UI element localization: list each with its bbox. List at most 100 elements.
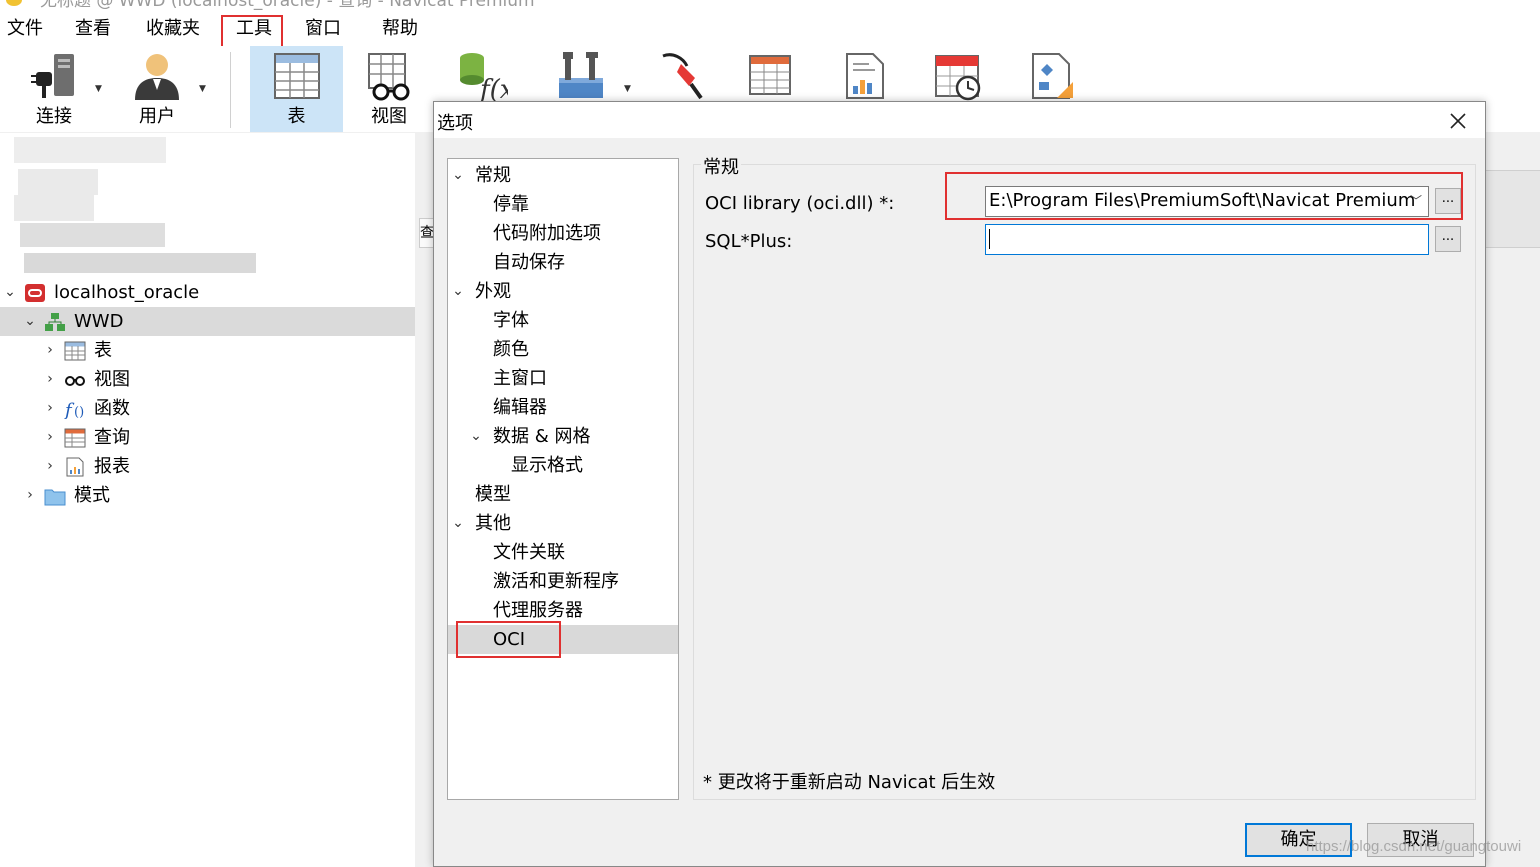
wrench-toolbox-icon [559, 52, 603, 98]
opt-label: 代理服务器 [493, 600, 583, 621]
editor-toolbar-fragment [1486, 170, 1540, 248]
tree-label: 表 [94, 340, 112, 361]
opt-label: 数据 & 网格 [493, 426, 591, 447]
chevron-down-icon[interactable]: ⌄ [451, 509, 465, 538]
sqlplus-input[interactable] [985, 224, 1429, 255]
tree-queries[interactable]: › 查询 [0, 423, 415, 452]
function-icon: f () [64, 400, 84, 419]
chevron-down-icon[interactable]: ⌄ [22, 307, 38, 336]
opt-code-append[interactable]: 代码附加选项 [448, 219, 678, 248]
chevron-right-icon[interactable]: › [22, 481, 38, 510]
chevron-down-icon[interactable]: ⌄ [451, 161, 465, 190]
user-dropdown-icon[interactable]: ▼ [199, 84, 206, 94]
sqlplus-browse-button[interactable]: ... [1435, 226, 1461, 252]
menu-view[interactable]: 查看 [75, 16, 111, 42]
opt-label: 常规 [475, 165, 511, 186]
tree-connection-oracle[interactable]: ⌄ localhost_oracle [0, 278, 415, 307]
opt-model[interactable]: 模型 [448, 480, 678, 509]
calendar-clock-icon [935, 55, 981, 101]
connection-label: 连接 [36, 106, 72, 127]
tree-tables[interactable]: › 表 [0, 336, 415, 365]
chevron-down-icon[interactable]: ⌄ [2, 278, 18, 307]
report-icon [66, 457, 84, 477]
oci-library-value: E:\Program Files\PremiumSoft\Navicat Pre… [989, 190, 1416, 211]
opt-label: 显示格式 [511, 455, 583, 476]
opt-label: 停靠 [493, 194, 529, 215]
tree-label: 查询 [94, 427, 130, 448]
tree-views[interactable]: › 视图 [0, 365, 415, 394]
query-icon [749, 55, 791, 95]
user-icon [135, 54, 179, 100]
menu-window[interactable]: 窗口 [305, 16, 341, 42]
opt-editor[interactable]: 编辑器 [448, 393, 678, 422]
opt-font[interactable]: 字体 [448, 306, 678, 335]
opt-autosave[interactable]: 自动保存 [448, 248, 678, 277]
model-icon [1032, 53, 1073, 99]
opt-dock[interactable]: 停靠 [448, 190, 678, 219]
svg-text:(): () [74, 405, 84, 419]
obscured-connection-item [14, 195, 94, 221]
obscured-connection-item [24, 253, 256, 273]
plug-icon [31, 54, 74, 98]
tree-reports[interactable]: › 报表 [0, 452, 415, 481]
menu-favorites[interactable]: 收藏夹 [146, 16, 200, 42]
menu-file[interactable]: 文件 [7, 16, 43, 42]
opt-other[interactable]: ⌄ 其他 [448, 509, 678, 538]
chevron-right-icon[interactable]: › [42, 452, 58, 481]
opt-label: 主窗口 [493, 368, 547, 389]
opt-data-grid[interactable]: ⌄ 数据 & 网格 [448, 422, 678, 451]
sqlplus-label: SQL*Plus: [705, 231, 793, 252]
opt-label: OCI [493, 629, 526, 650]
window-title: 无标题 @ WWD (localhost_oracle) - 查询 - Navi… [40, 0, 535, 11]
opt-display-format[interactable]: 显示格式 [448, 451, 678, 480]
watermark: https://blog.csdn.net/guangtouwi [1306, 838, 1522, 855]
oci-library-combo[interactable]: E:\Program Files\PremiumSoft\Navicat Pre… [985, 186, 1429, 217]
opt-appearance[interactable]: ⌄ 外观 [448, 277, 678, 306]
view-button[interactable]: 视图 [347, 46, 431, 132]
options-tree: ⌄ 常规 停靠 代码附加选项 自动保存 ⌄ 外观 字体 颜色 主窗口 编辑器 ⌄ [447, 158, 679, 800]
report-icon [846, 53, 884, 99]
chevron-down-icon[interactable]: ⌄ [469, 422, 483, 451]
opt-label: 自动保存 [493, 252, 565, 273]
schema-icon [45, 313, 65, 331]
table-icon [64, 341, 86, 361]
chevron-down-icon[interactable]: ⌄ [451, 277, 465, 306]
oracle-connection-icon [25, 284, 45, 302]
close-icon[interactable] [1445, 108, 1471, 134]
opt-proxy[interactable]: 代理服务器 [448, 596, 678, 625]
opt-activate-update[interactable]: 激活和更新程序 [448, 567, 678, 596]
chevron-right-icon[interactable]: › [42, 423, 58, 452]
dialog-title: 选项 [437, 113, 473, 134]
opt-file-association[interactable]: 文件关联 [448, 538, 678, 567]
opt-color[interactable]: 颜色 [448, 335, 678, 364]
tree-label: 视图 [94, 369, 130, 390]
tree-label: 模式 [74, 485, 110, 506]
chevron-right-icon[interactable]: › [42, 394, 58, 423]
opt-oci[interactable]: OCI [448, 625, 678, 654]
menu-help[interactable]: 帮助 [382, 16, 418, 42]
chevron-right-icon[interactable]: › [42, 336, 58, 365]
opt-label: 其他 [475, 513, 511, 534]
user-button[interactable]: 用户 [114, 46, 200, 132]
tree-schema-wwd[interactable]: ⌄ WWD [0, 307, 415, 336]
tree-other-schemas[interactable]: › 模式 [0, 481, 415, 510]
tree-functions[interactable]: › f () 函数 [0, 394, 415, 423]
oci-browse-button[interactable]: ... [1435, 188, 1461, 214]
menu-tools[interactable]: 工具 [236, 16, 272, 42]
title-bar: 无标题 @ WWD (localhost_oracle) - 查询 - Navi… [0, 0, 1540, 12]
opt-general[interactable]: ⌄ 常规 [448, 161, 678, 190]
tree-label: 报表 [94, 456, 130, 477]
chevron-down-icon[interactable]: ﹀ [1410, 187, 1422, 215]
table-label: 表 [287, 106, 306, 127]
dialog-title-bar: 选项 [434, 102, 1485, 138]
chevron-right-icon[interactable]: › [42, 365, 58, 394]
opt-label: 外观 [475, 281, 511, 302]
table-button[interactable]: 表 [250, 46, 343, 132]
opt-label: 激活和更新程序 [493, 571, 619, 592]
opt-label: 颜色 [493, 339, 529, 360]
tools-dropdown-icon[interactable]: ▼ [624, 84, 631, 94]
connection-button[interactable]: 连接 [10, 46, 98, 132]
connection-dropdown-icon[interactable]: ▼ [95, 84, 102, 94]
opt-main-window[interactable]: 主窗口 [448, 364, 678, 393]
group-title: 常规 [701, 153, 741, 179]
